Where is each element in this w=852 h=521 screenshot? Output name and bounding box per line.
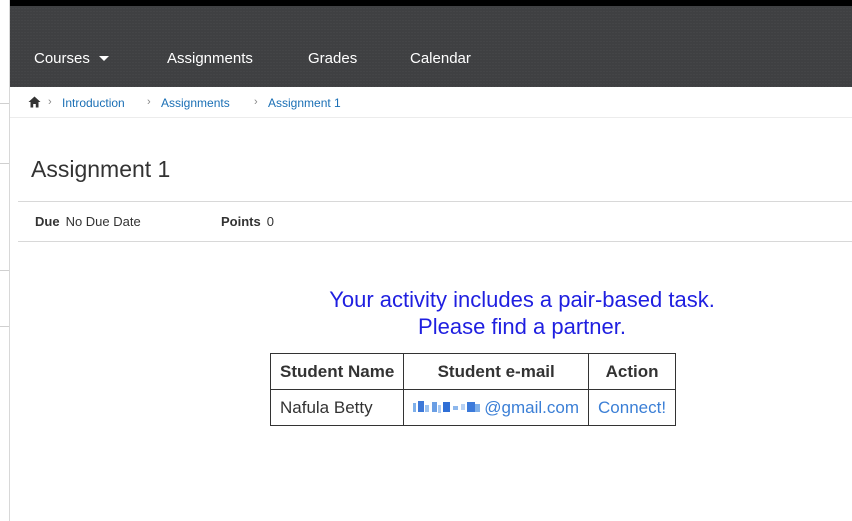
points-label: Points <box>221 214 261 229</box>
column-header-action: Action <box>588 353 677 390</box>
home-icon[interactable] <box>28 96 41 111</box>
breadcrumb-assignment-1[interactable]: Assignment 1 <box>268 96 341 110</box>
column-header-email: Student e-mail <box>403 353 590 390</box>
points-value: 0 <box>266 214 274 229</box>
chevron-right-icon: › <box>147 96 151 108</box>
left-edge-strip <box>0 0 10 521</box>
strip-tick <box>0 326 9 327</box>
table-header-row: Student Name Student e-mail Action <box>269 353 677 390</box>
table-row: Nafula Betty @gmail.com Connect! <box>269 389 677 426</box>
nav-assignments[interactable]: Assignments <box>167 50 253 67</box>
student-table: Student Name Student e-mail Action Naful… <box>269 353 677 426</box>
nav-courses-label: Courses <box>34 50 90 67</box>
strip-tick <box>0 163 9 164</box>
divider <box>18 241 852 242</box>
divider <box>18 201 852 202</box>
student-name-cell: Nafula Betty <box>269 389 405 426</box>
breadcrumb-assignments[interactable]: Assignments <box>161 96 230 110</box>
due-info: Due No Due Date <box>35 214 141 229</box>
action-cell: Connect! <box>588 389 677 426</box>
nav-menu: Courses Assignments Grades Calendar <box>10 6 852 87</box>
points-info: Points 0 <box>221 214 274 229</box>
notice-line-1: Your activity includes a pair-based task… <box>329 287 715 312</box>
pair-task-notice: Your activity includes a pair-based task… <box>252 286 792 340</box>
nav-calendar[interactable]: Calendar <box>410 50 471 67</box>
breadcrumb-introduction[interactable]: Introduction <box>62 96 125 110</box>
connect-button[interactable]: Connect! <box>598 398 666 417</box>
nav-grades[interactable]: Grades <box>308 50 357 67</box>
chevron-right-icon: › <box>48 96 52 108</box>
page-title: Assignment 1 <box>31 156 171 182</box>
due-label: Due <box>35 214 60 229</box>
chevron-right-icon: › <box>254 96 258 108</box>
strip-tick <box>0 270 9 271</box>
strip-tick <box>0 103 9 104</box>
redacted-email-mask <box>413 400 482 414</box>
breadcrumb: › Introduction › Assignments › Assignmen… <box>10 87 852 118</box>
caret-down-icon <box>98 55 109 61</box>
nav-courses[interactable]: Courses <box>34 50 109 67</box>
notice-line-2: Please find a partner. <box>418 314 626 339</box>
top-navigation-bar: Courses Assignments Grades Calendar <box>10 0 852 87</box>
student-email-link[interactable]: @gmail.com <box>413 398 579 417</box>
email-domain: @gmail.com <box>484 397 580 417</box>
due-value: No Due Date <box>65 214 141 229</box>
column-header-name: Student Name <box>269 353 405 390</box>
student-email-cell: @gmail.com <box>403 389 590 426</box>
